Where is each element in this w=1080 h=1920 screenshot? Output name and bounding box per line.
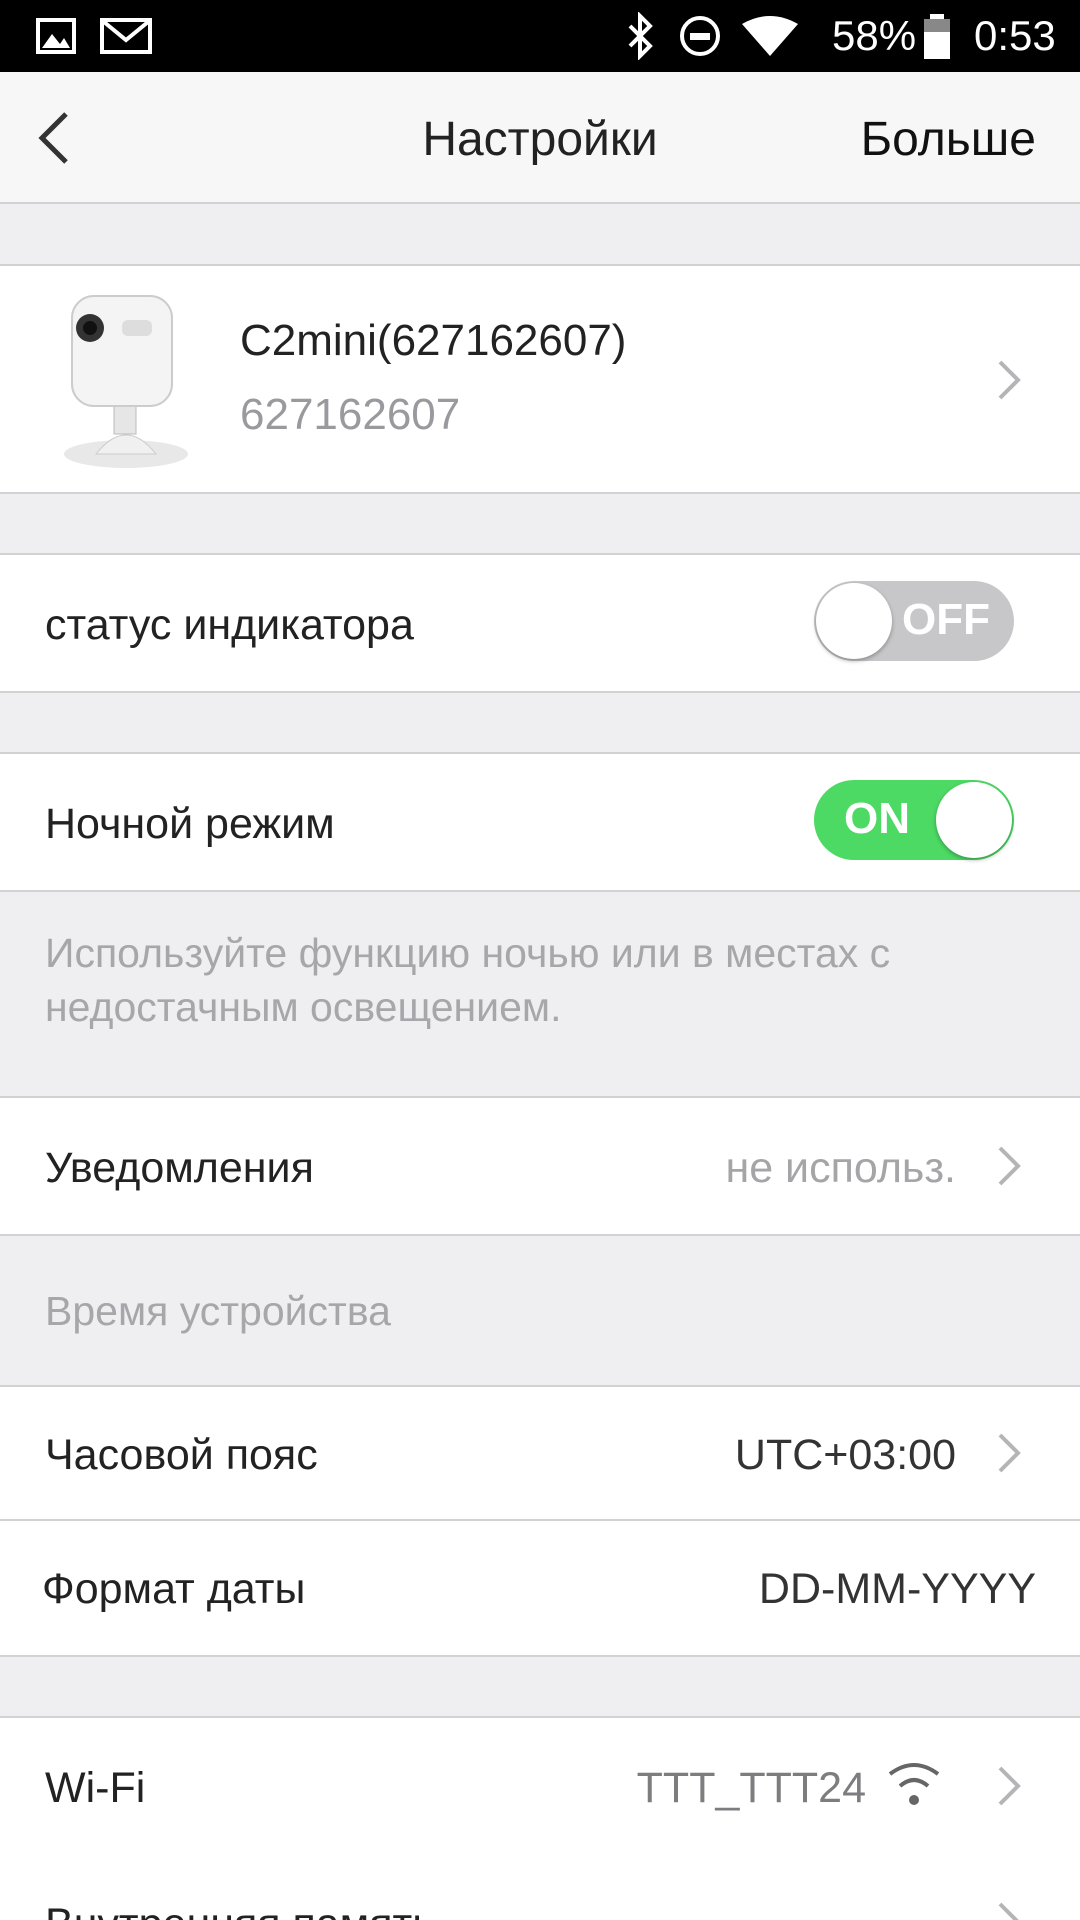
- chevron-right-icon: [998, 1433, 1021, 1473]
- wifi-signal-icon: [742, 16, 798, 56]
- status-bar: 58% 0:53: [0, 0, 1080, 72]
- notifications-value: не использ.: [725, 1144, 956, 1192]
- battery-percent: 58%: [832, 12, 917, 59]
- night-mode-toggle-text: ON: [844, 794, 910, 843]
- wifi-network-name: TTT_TTT24: [636, 1764, 866, 1812]
- battery-icon: [924, 14, 950, 59]
- more-button[interactable]: Больше: [861, 112, 1036, 167]
- wifi-row[interactable]: Wi-Fi TTT_TTT24: [0, 1716, 1080, 1856]
- device-name: C2mini(627162607): [240, 316, 627, 365]
- indicator-toggle[interactable]: OFF: [814, 581, 1014, 661]
- date-format-label: Формат даты: [42, 1565, 306, 1613]
- internal-storage-row[interactable]: Внутренняя память: [0, 1854, 1080, 1920]
- wifi-label: Wi-Fi: [45, 1764, 146, 1812]
- night-mode-row: Ночной режим ON: [0, 752, 1080, 892]
- date-format-value: DD-MM-YYYY: [758, 1565, 1036, 1613]
- chevron-right-icon: [998, 1902, 1019, 1920]
- timezone-value: UTC+03:00: [734, 1431, 956, 1479]
- camera-thumbnail-icon: [64, 295, 188, 468]
- do-not-disturb-icon: [680, 16, 720, 56]
- night-mode-toggle[interactable]: ON: [814, 780, 1014, 860]
- device-serial: 627162607: [240, 390, 461, 439]
- gallery-icon: [36, 18, 76, 54]
- timezone-row[interactable]: Часовой пояс UTC+03:00: [0, 1385, 1080, 1520]
- night-mode-hint: Используйте функцию ночью или в местах с…: [45, 930, 891, 1030]
- wifi-icon: [888, 1763, 940, 1805]
- indicator-status-row: статус индикатора OFF: [0, 553, 1080, 693]
- date-format-row: Формат даты DD-MM-YYYY: [0, 1519, 1080, 1657]
- chevron-right-icon: [998, 1146, 1021, 1186]
- notifications-row[interactable]: Уведомления не использ.: [0, 1096, 1080, 1236]
- mail-icon: [100, 18, 152, 54]
- clock: 0:53: [974, 12, 1056, 59]
- timezone-label: Часовой пояс: [45, 1431, 318, 1479]
- internal-storage-label: Внутренняя память: [45, 1900, 435, 1920]
- device-card[interactable]: C2mini(627162607) 627162607: [0, 264, 1080, 494]
- device-time-section-label: Время устройства: [45, 1288, 391, 1334]
- chevron-right-icon: [998, 360, 1021, 400]
- nav-bar: Настройки Больше: [0, 72, 1080, 204]
- chevron-right-icon: [998, 1766, 1021, 1806]
- notifications-label: Уведомления: [45, 1144, 314, 1192]
- night-mode-label: Ночной режим: [45, 800, 335, 848]
- bluetooth-icon: [628, 12, 653, 60]
- indicator-status-label: статус индикатора: [45, 601, 414, 649]
- indicator-toggle-text: OFF: [902, 595, 990, 644]
